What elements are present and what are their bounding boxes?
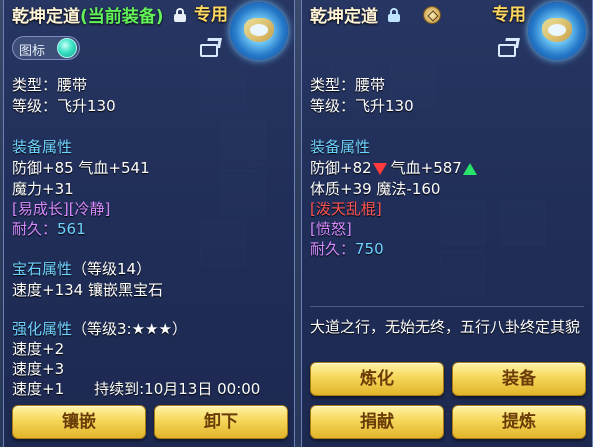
special-skills: [易成长][冷静] xyxy=(12,200,111,218)
gem-line: 速度+134 镶嵌黑宝石 xyxy=(12,281,163,299)
enhance-line: 速度+1 持续到:10月13日 00:00 xyxy=(12,378,260,399)
current-equipped-tag: (当前装备) xyxy=(80,7,164,27)
enhance-expiry: 持续到:10月13日 00:00 xyxy=(94,380,261,398)
exclusive-label: 专用 xyxy=(492,5,526,25)
enhance-attr-title: 强化属性 xyxy=(12,320,73,338)
share-icon[interactable] xyxy=(498,38,522,58)
item-name: 乾坤定道 xyxy=(12,7,80,27)
durability-value: 561 xyxy=(57,220,86,238)
inlay-button[interactable]: 镶嵌 xyxy=(12,405,146,439)
icon-toggle[interactable]: 图标 xyxy=(12,36,80,60)
gem-attr-title: 宝石属性 xyxy=(12,260,73,278)
attr-line: 防御+82 气血+587 xyxy=(310,157,478,178)
durability-label: 耐久： xyxy=(310,240,356,258)
attr-line: 防御+85 气血+541 xyxy=(12,159,150,177)
divider xyxy=(310,306,584,307)
enhance-line: 速度+2 xyxy=(12,340,65,358)
lock-icon[interactable] xyxy=(388,8,400,22)
item-title: 乾坤定道(当前装备) xyxy=(12,2,164,27)
durability-label: 耐久： xyxy=(12,220,58,238)
item-emblem-icon xyxy=(230,2,288,60)
special-effect: [愤怒] xyxy=(310,220,352,238)
gem-attr-header: 宝石属性（等级14） xyxy=(12,258,151,279)
durability: 耐久：750 xyxy=(310,238,384,259)
enhance-line: 速度+3 xyxy=(12,360,65,378)
enhance-attr-header: 强化属性（等级3:★★★） xyxy=(12,318,187,339)
gem-level: （等级14） xyxy=(72,260,152,278)
unequip-button[interactable]: 卸下 xyxy=(154,405,288,439)
item-level: 等级：飞升130 xyxy=(310,97,414,115)
item-description: 大道之行，无始无终，五行八卦终定其貌 xyxy=(310,318,581,336)
item-detail-panel: 乾坤定道 专用 类型：腰带 等级：飞升130 装备属性 防御+82 气血+587 … xyxy=(301,0,593,447)
arrow-up-icon xyxy=(462,162,477,175)
attr-line: 魔力+31 xyxy=(12,180,74,198)
enhance-level: （等级3:★★★） xyxy=(72,320,187,338)
exclusive-label: 专用 xyxy=(194,5,228,25)
item-type: 类型：腰带 xyxy=(12,76,88,94)
item-type: 类型：腰带 xyxy=(310,76,386,94)
share-icon[interactable] xyxy=(200,38,224,58)
icon-toggle-label: 图标 xyxy=(19,44,46,59)
hp-value: 气血+587 xyxy=(390,159,462,177)
extract-button[interactable]: 提炼 xyxy=(452,405,586,439)
durability: 耐久：561 xyxy=(12,218,86,239)
enhance-value: 速度+1 xyxy=(12,380,65,398)
defense-value: 防御+82 xyxy=(310,159,372,177)
item-level: 等级：飞升130 xyxy=(12,97,116,115)
lock-icon[interactable] xyxy=(174,8,186,22)
current-equipment-panel: 乾坤定道(当前装备) 专用 图标 类型：腰带 等级：飞升130 装备属性 防御+… xyxy=(3,0,295,447)
equip-attr-title: 装备属性 xyxy=(12,138,73,156)
refine-button[interactable]: 炼化 xyxy=(310,362,444,396)
durability-value: 750 xyxy=(355,240,384,258)
donate-button[interactable]: 捐献 xyxy=(310,405,444,439)
equip-button[interactable]: 装备 xyxy=(452,362,586,396)
toggle-knob xyxy=(57,38,77,58)
treasure-coin-icon xyxy=(423,6,441,24)
equip-attr-title: 装备属性 xyxy=(310,138,371,156)
item-title: 乾坤定道 xyxy=(310,7,378,27)
arrow-down-icon xyxy=(372,162,387,175)
attr-line: 体质+39 魔法-160 xyxy=(310,180,441,198)
item-emblem-icon xyxy=(528,2,586,60)
special-skill: [泼天乱棍] xyxy=(310,200,382,218)
